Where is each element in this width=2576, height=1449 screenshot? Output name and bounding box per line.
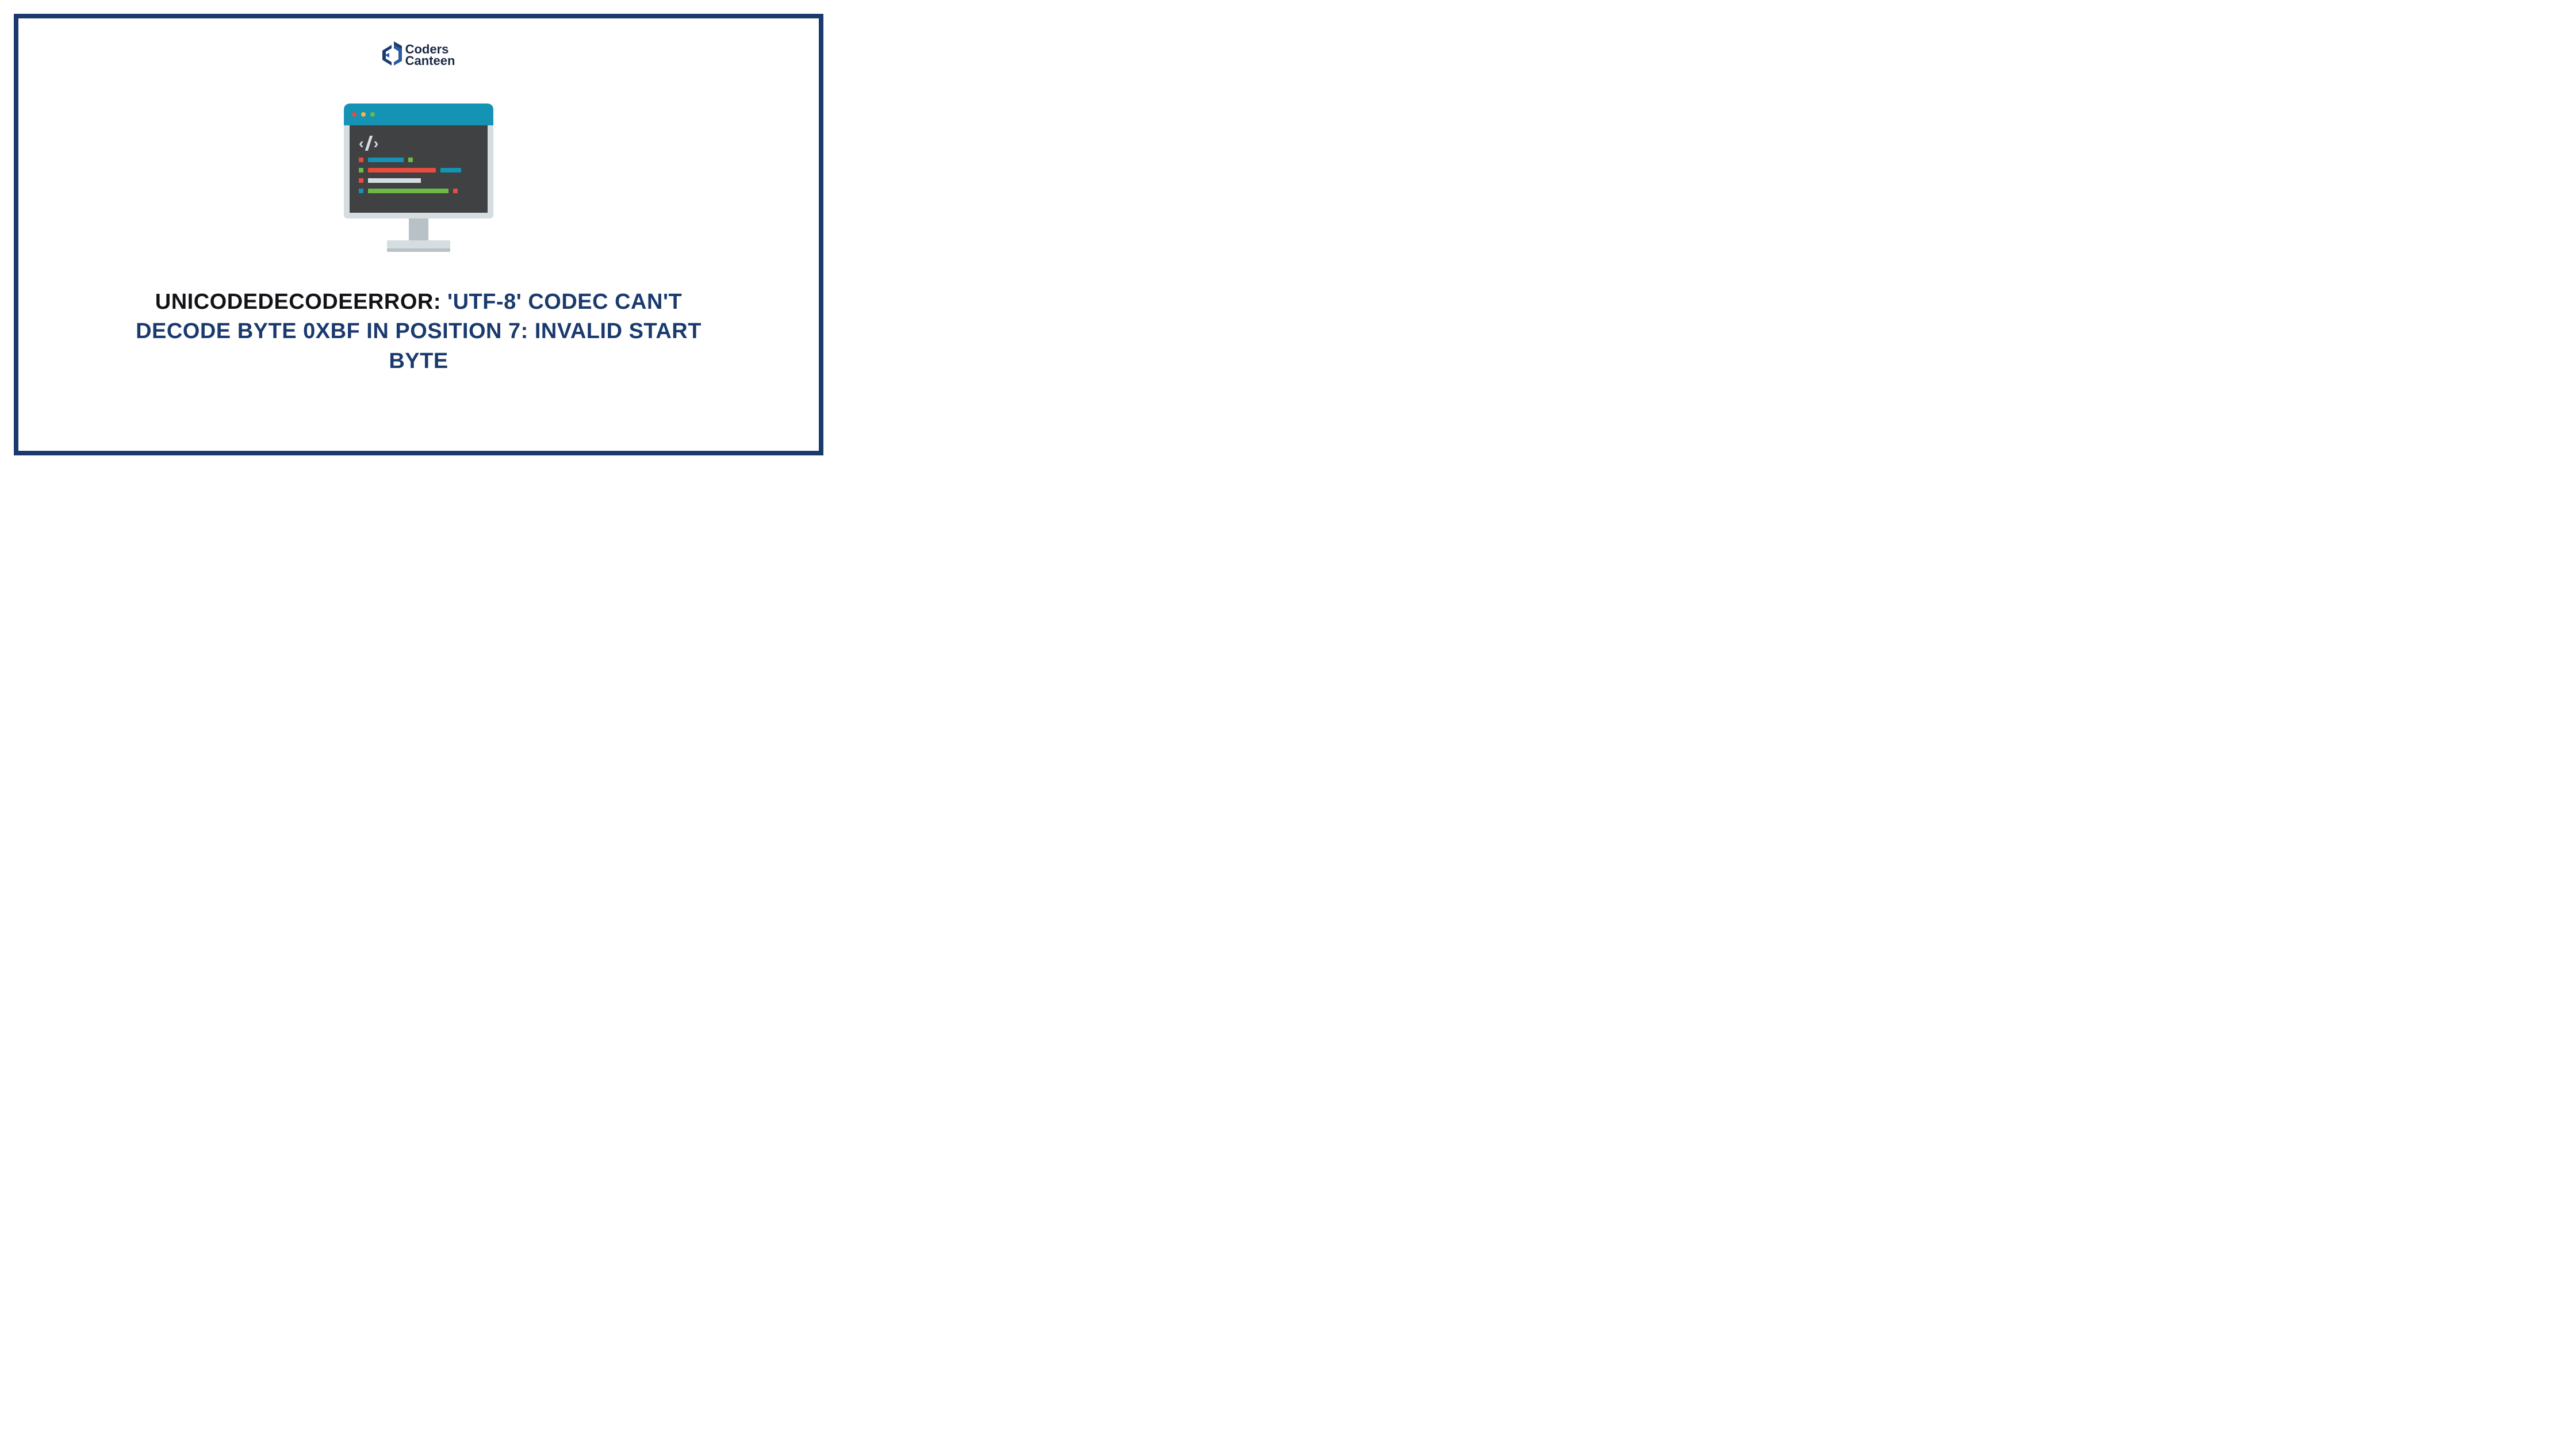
traffic-light-green-icon	[370, 112, 375, 117]
headline-text: UNICODEDECODEERROR: 'UTF-8' CODEC CAN'T …	[97, 288, 741, 376]
code-line	[359, 158, 478, 162]
traffic-light-red-icon	[352, 112, 356, 117]
monitor-stand-shadow	[387, 248, 450, 252]
logo-text: Coders Canteen	[405, 43, 455, 67]
content-frame: Coders Canteen ‹ ›	[14, 14, 823, 455]
monitor-stand-base	[387, 240, 450, 248]
logo-line2: Canteen	[405, 55, 455, 67]
code-screen: ‹ ›	[350, 125, 488, 213]
headline-error-name: UNICODEDECODEERROR:	[155, 290, 441, 314]
traffic-light-yellow-icon	[361, 112, 366, 117]
code-brackets-icon: ‹ ›	[359, 136, 478, 151]
code-line	[359, 168, 478, 172]
brand-logo: Coders Canteen	[382, 41, 455, 69]
computer-illustration-icon: ‹ ›	[344, 103, 493, 259]
monitor-frame: ‹ ›	[344, 103, 493, 218]
monitor-stand-neck	[409, 218, 428, 240]
code-line	[359, 189, 478, 193]
window-title-bar	[344, 103, 493, 125]
logo-mark-icon	[382, 41, 402, 69]
document-card: Coders Canteen ‹ ›	[0, 0, 837, 469]
code-line	[359, 178, 478, 183]
